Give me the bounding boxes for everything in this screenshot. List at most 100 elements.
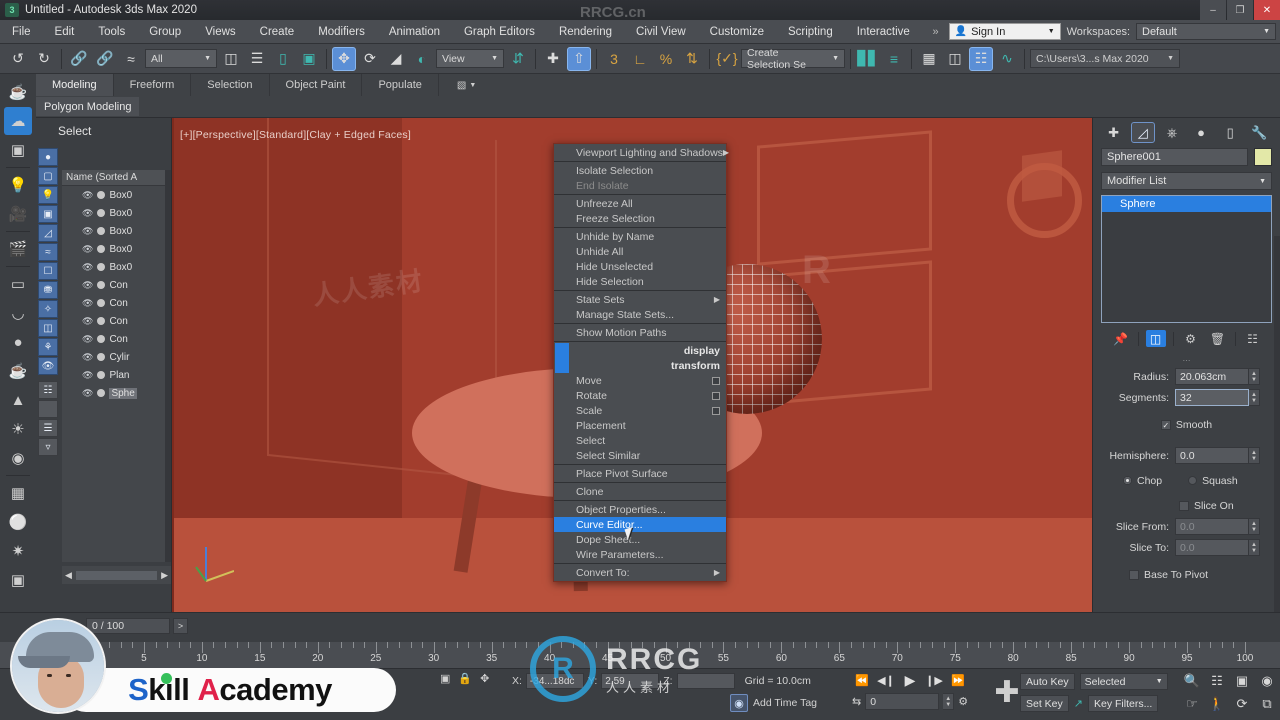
tab-motion[interactable]: ● bbox=[1189, 122, 1213, 143]
zoom-all-icon[interactable]: ☷ bbox=[1208, 672, 1226, 690]
menu-item-place-pivot-surface[interactable]: Place Pivot Surface bbox=[554, 466, 726, 481]
menu-views[interactable]: Views bbox=[193, 20, 247, 44]
list-item[interactable]: 👁 Con bbox=[62, 276, 170, 294]
filter-containers-icon[interactable]: ◫ bbox=[38, 319, 58, 337]
menu-item-viewport-lighting[interactable]: Viewport Lighting and Shadows ▶ bbox=[554, 145, 729, 160]
segments-field[interactable]: 32 bbox=[1175, 389, 1249, 406]
undo-icon[interactable]: ↺ bbox=[6, 47, 30, 71]
list-view-icon[interactable]: ☰ bbox=[38, 419, 58, 437]
visibility-toggle-icon[interactable]: 👁 bbox=[38, 357, 58, 375]
snap-toggle-icon[interactable]: ⇧ bbox=[567, 46, 591, 71]
key-mode-icon[interactable]: ↗ bbox=[1074, 697, 1083, 710]
settings-box-icon[interactable] bbox=[712, 391, 720, 400]
object-name-field[interactable]: Sphere001 bbox=[1101, 148, 1248, 166]
orbit-icon[interactable]: ⟳ bbox=[1233, 695, 1251, 713]
hemisphere-field[interactable]: 0.0 bbox=[1175, 447, 1249, 464]
menu-edit[interactable]: Edit bbox=[43, 20, 87, 44]
menu-graph-editors[interactable]: Graph Editors bbox=[452, 20, 547, 44]
pan-view-icon[interactable]: ☞ bbox=[1183, 695, 1201, 713]
radius-field[interactable]: 20.063cm bbox=[1175, 368, 1249, 385]
plane-primitive-icon[interactable]: ▭ bbox=[4, 270, 32, 298]
use-pivot-point-center-icon[interactable]: ⇵ bbox=[506, 47, 530, 71]
next-key-button[interactable]: > bbox=[173, 618, 188, 634]
viewport-label[interactable]: [+][Perspective][Standard][Clay + Edged … bbox=[180, 129, 411, 141]
ribbon-tab-selection[interactable]: Selection bbox=[191, 74, 270, 96]
scene-explorer-icon[interactable]: ☷ bbox=[969, 46, 993, 71]
list-item[interactable]: 👁 Plan bbox=[62, 366, 170, 384]
unlink-icon[interactable]: 🔗 bbox=[93, 47, 117, 71]
modifier-stack[interactable]: Sphere bbox=[1101, 195, 1272, 323]
frame-spinner[interactable]: ▲ ▼ bbox=[943, 693, 955, 710]
ribbon-tab-modeling[interactable]: Modeling bbox=[36, 74, 114, 96]
squash-radio[interactable]: Squash bbox=[1188, 475, 1238, 487]
dome-light-icon[interactable]: ☁ bbox=[4, 107, 32, 135]
reference-coord-select[interactable]: View ▼ bbox=[436, 49, 504, 68]
list-item[interactable]: 👁 Box0 bbox=[62, 204, 170, 222]
quad-context-menu[interactable]: Viewport Lighting and Shadows ▶ Isolate … bbox=[553, 143, 729, 582]
select-link-icon[interactable]: 🔗 bbox=[67, 47, 91, 71]
maximize-button[interactable]: ❐ bbox=[1227, 0, 1253, 20]
select-by-name-icon[interactable]: ☰ bbox=[245, 47, 269, 71]
show-end-result-icon[interactable]: ◫ bbox=[1145, 330, 1166, 347]
configure-modifier-sets-icon[interactable]: ☷ bbox=[1243, 330, 1263, 347]
ribbon-tab-object-paint[interactable]: Object Paint bbox=[270, 74, 363, 96]
pin-stack-icon[interactable]: 📌 bbox=[1111, 330, 1131, 347]
menu-group[interactable]: Group bbox=[137, 20, 193, 44]
menu-overflow-icon[interactable]: » bbox=[929, 26, 943, 38]
ribbon-tab-freeform[interactable]: Freeform bbox=[114, 74, 192, 96]
cone-primitive-icon[interactable]: ▲ bbox=[4, 386, 32, 414]
more-objects-icon[interactable]: ▣ bbox=[4, 566, 32, 594]
current-frame-input[interactable]: 0 bbox=[865, 693, 940, 710]
eye-icon[interactable]: 👁 bbox=[82, 298, 93, 309]
menu-scripting[interactable]: Scripting bbox=[776, 20, 845, 44]
spinner-snap-icon[interactable]: ⇅ bbox=[680, 47, 704, 71]
zoom-icon[interactable]: 🔍 bbox=[1183, 672, 1201, 690]
menu-modifiers[interactable]: Modifiers bbox=[306, 20, 377, 44]
filter-cameras-icon[interactable]: ▣ bbox=[38, 205, 58, 223]
remove-modifier-icon[interactable]: 🗑 bbox=[1208, 330, 1228, 347]
list-item-selected[interactable]: 👁 Sphe bbox=[62, 384, 170, 402]
segments-spinner[interactable]: ▲ ▼ bbox=[1249, 389, 1260, 406]
select-and-scale-icon[interactable]: ◢ bbox=[384, 47, 408, 71]
material-spheres-icon[interactable]: ⚪ bbox=[4, 508, 32, 536]
align-icon[interactable]: ≡ bbox=[882, 47, 906, 71]
filter-lights-icon[interactable]: 💡 bbox=[38, 186, 58, 204]
sun-icon[interactable]: ☀ bbox=[4, 415, 32, 443]
selection-lock-toggle-icon[interactable]: ▣ bbox=[440, 672, 450, 685]
light-icon[interactable]: 💡 bbox=[4, 171, 32, 199]
menu-item-state-sets[interactable]: State Sets ▶ bbox=[554, 292, 726, 307]
auto-key-button[interactable]: Auto Key bbox=[1020, 673, 1075, 690]
settings-box-icon[interactable] bbox=[712, 376, 720, 385]
next-frame-icon[interactable]: ❙▶ bbox=[924, 671, 944, 689]
menu-item-move[interactable]: Move bbox=[554, 373, 726, 388]
menu-create[interactable]: Create bbox=[248, 20, 307, 44]
eye-icon[interactable]: 👁 bbox=[82, 226, 93, 237]
eye-icon[interactable]: 👁 bbox=[82, 244, 93, 255]
set-key-button[interactable]: Set Key bbox=[1020, 695, 1069, 712]
menu-item-curve-editor[interactable]: Curve Editor... bbox=[554, 517, 726, 532]
ribbon-tab-populate[interactable]: Populate bbox=[362, 74, 439, 96]
tab-create[interactable]: ✚ bbox=[1102, 122, 1126, 143]
quad-label-transform[interactable]: transform bbox=[554, 358, 726, 373]
menu-file[interactable]: File bbox=[0, 20, 43, 44]
lock-icon[interactable]: 🔒 bbox=[458, 672, 472, 685]
camera-rig-icon[interactable]: 🎥 bbox=[4, 200, 32, 228]
movie-camera-icon[interactable]: 🎬 bbox=[4, 235, 32, 263]
percent-snap-icon[interactable]: % bbox=[654, 47, 678, 71]
settings-box-icon[interactable] bbox=[712, 406, 720, 415]
rectangular-selection-region-icon[interactable]: ▯ bbox=[271, 47, 295, 71]
filter-shapes-icon[interactable]: ▢ bbox=[38, 167, 58, 185]
ribbon-viewport-chip[interactable]: ▧ ▼ bbox=[457, 74, 476, 96]
menu-tools[interactable]: Tools bbox=[86, 20, 137, 44]
base-to-pivot-checkbox[interactable]: Base To Pivot bbox=[1129, 569, 1208, 581]
filter-funnel-icon[interactable]: ▿ bbox=[38, 438, 58, 456]
menu-civil-view[interactable]: Civil View bbox=[624, 20, 698, 44]
scene-explorer-column-header[interactable]: Name (Sorted A bbox=[62, 170, 170, 186]
list-item[interactable]: 👁 Box0 bbox=[62, 222, 170, 240]
eye-icon[interactable]: 👁 bbox=[82, 388, 93, 399]
add-time-tag-group[interactable]: ◉ Add Time Tag bbox=[730, 694, 817, 712]
filter-particles-icon[interactable]: ⚘ bbox=[38, 338, 58, 356]
previous-frame-icon[interactable]: ◀❙ bbox=[876, 671, 896, 689]
filter-geometry-icon[interactable]: ● bbox=[38, 148, 58, 166]
filter-helpers-icon[interactable]: ◿ bbox=[38, 224, 58, 242]
